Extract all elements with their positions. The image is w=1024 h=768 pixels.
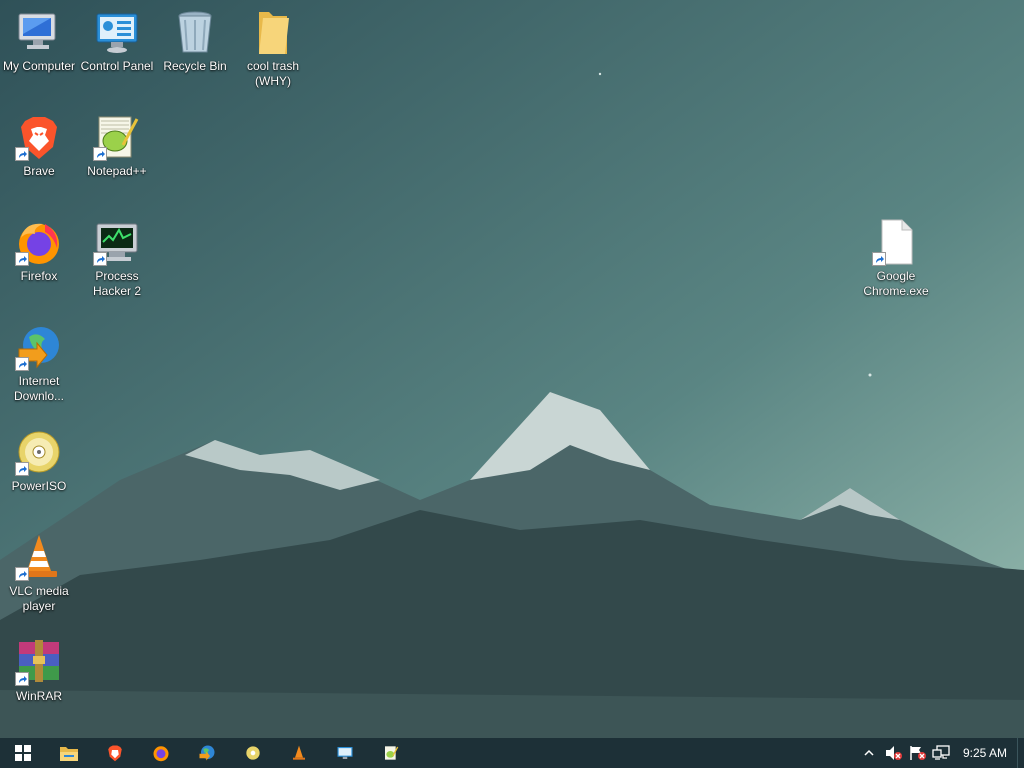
vlc-icon	[15, 533, 63, 581]
notepad-plus-plus-icon-item[interactable]: Notepad++	[78, 107, 156, 203]
my-computer-icon-item[interactable]: My Computer	[0, 2, 78, 98]
google-chrome-exe-icon-item[interactable]: Google Chrome.exe	[857, 212, 935, 308]
cool-trash-folder-icon-item[interactable]: cool trash (WHY)	[234, 2, 312, 98]
my-computer-label: My Computer	[2, 59, 76, 73]
taskbar-control-panel[interactable]	[322, 738, 368, 768]
brave-label: Brave	[23, 164, 55, 178]
speaker-muted-icon	[886, 746, 902, 760]
process-hacker-label: Process Hacker 2	[92, 269, 142, 298]
taskbar-firefox[interactable]	[138, 738, 184, 768]
poweriso-icon	[15, 428, 63, 476]
cool-trash-folder-label: cool trash (WHY)	[246, 59, 300, 88]
winrar-icon-item[interactable]: WinRAR	[0, 632, 78, 728]
brave-icon	[15, 113, 63, 161]
shortcut-arrow-icon	[93, 147, 107, 161]
notepad-plus-plus-icon	[93, 113, 141, 161]
firefox-icon	[153, 746, 169, 762]
vlc-icon	[293, 745, 305, 760]
chevron-up-icon	[864, 749, 874, 756]
firefox-icon	[15, 218, 63, 266]
vlc-icon-item[interactable]: VLC media player	[0, 527, 78, 623]
recycle-bin-icon-item[interactable]: Recycle Bin	[156, 2, 234, 98]
taskbar-poweriso[interactable]	[230, 738, 276, 768]
network-icon	[932, 745, 950, 760]
notepad-plus-plus-icon	[385, 746, 399, 760]
brave-icon-item[interactable]: Brave	[0, 107, 78, 203]
vlc-label: VLC media player	[9, 584, 69, 613]
internet-download-manager-icon	[15, 323, 63, 371]
show-hidden-icons-button[interactable]	[857, 738, 881, 768]
control-panel-icon-item[interactable]: Control Panel	[78, 2, 156, 98]
shortcut-arrow-icon	[93, 252, 107, 266]
start-icon	[15, 745, 31, 761]
system-tray: 9:25 AM	[857, 738, 1024, 768]
taskbar-file-explorer[interactable]	[46, 738, 92, 768]
taskbar-clock[interactable]: 9:25 AM	[953, 746, 1017, 760]
notepad-plus-plus-label: Notepad++	[87, 164, 147, 178]
shortcut-arrow-icon	[15, 357, 29, 371]
file-explorer-icon	[60, 747, 78, 761]
recycle-bin-icon	[171, 8, 219, 56]
google-chrome-exe-label: Google Chrome.exe	[863, 269, 929, 298]
shortcut-arrow-icon	[15, 567, 29, 581]
taskbar-internet-download-manager[interactable]	[184, 738, 230, 768]
recycle-bin-label: Recycle Bin	[163, 59, 227, 73]
network-button[interactable]	[929, 738, 953, 768]
process-hacker-icon-item[interactable]: Process Hacker 2	[78, 212, 156, 308]
show-desktop-button[interactable]	[1017, 738, 1024, 768]
control-panel-icon	[337, 747, 353, 759]
my-computer-icon	[15, 8, 63, 56]
process-hacker-icon	[93, 218, 141, 266]
control-panel-label: Control Panel	[80, 59, 154, 73]
taskbar-notepad-plus-plus[interactable]	[368, 738, 414, 768]
volume-button[interactable]	[881, 738, 905, 768]
shortcut-arrow-icon	[15, 672, 29, 686]
brave-icon	[108, 745, 122, 762]
folder-icon	[249, 8, 297, 56]
poweriso-icon	[246, 746, 260, 760]
taskbar-brave[interactable]	[92, 738, 138, 768]
internet-download-manager-icon-item[interactable]: Internet Downlo...	[0, 317, 78, 413]
firefox-label: Firefox	[20, 269, 58, 283]
shortcut-arrow-icon	[15, 462, 29, 476]
shortcut-arrow-icon	[15, 147, 29, 161]
winrar-label: WinRAR	[15, 689, 62, 703]
control-panel-icon	[93, 8, 141, 56]
poweriso-icon-item[interactable]: PowerISO	[0, 422, 78, 518]
action-center-button[interactable]	[905, 738, 929, 768]
shortcut-arrow-icon	[15, 252, 29, 266]
internet-download-manager-icon	[199, 745, 215, 761]
blank-file-icon	[872, 218, 920, 266]
taskbar-vlc[interactable]	[276, 738, 322, 768]
start-button[interactable]	[0, 738, 46, 768]
shortcut-arrow-icon	[872, 252, 886, 266]
poweriso-label: PowerISO	[11, 479, 67, 493]
internet-download-manager-label: Internet Downlo...	[13, 374, 65, 403]
firefox-icon-item[interactable]: Firefox	[0, 212, 78, 308]
winrar-icon	[15, 638, 63, 686]
flag-error-icon	[910, 746, 926, 760]
taskbar: 9:25 AM	[0, 738, 1024, 768]
